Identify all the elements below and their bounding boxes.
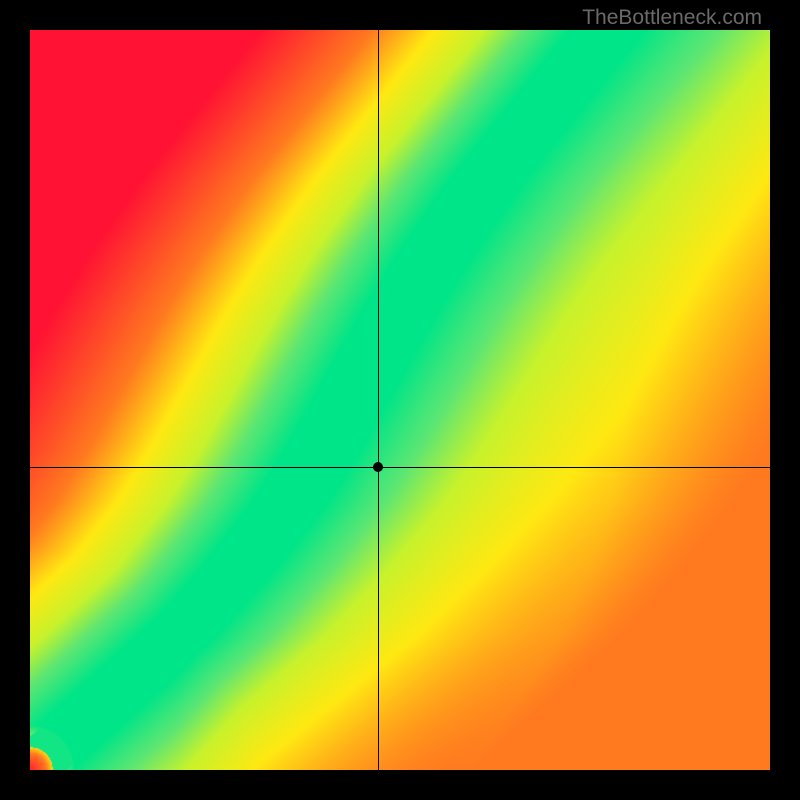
crosshair-vertical [378, 30, 379, 770]
crosshair-horizontal [30, 467, 770, 468]
marker-point [373, 462, 383, 472]
heatmap-canvas [30, 30, 770, 770]
watermark-text: TheBottleneck.com [582, 6, 762, 30]
heatmap-chart [30, 30, 770, 770]
